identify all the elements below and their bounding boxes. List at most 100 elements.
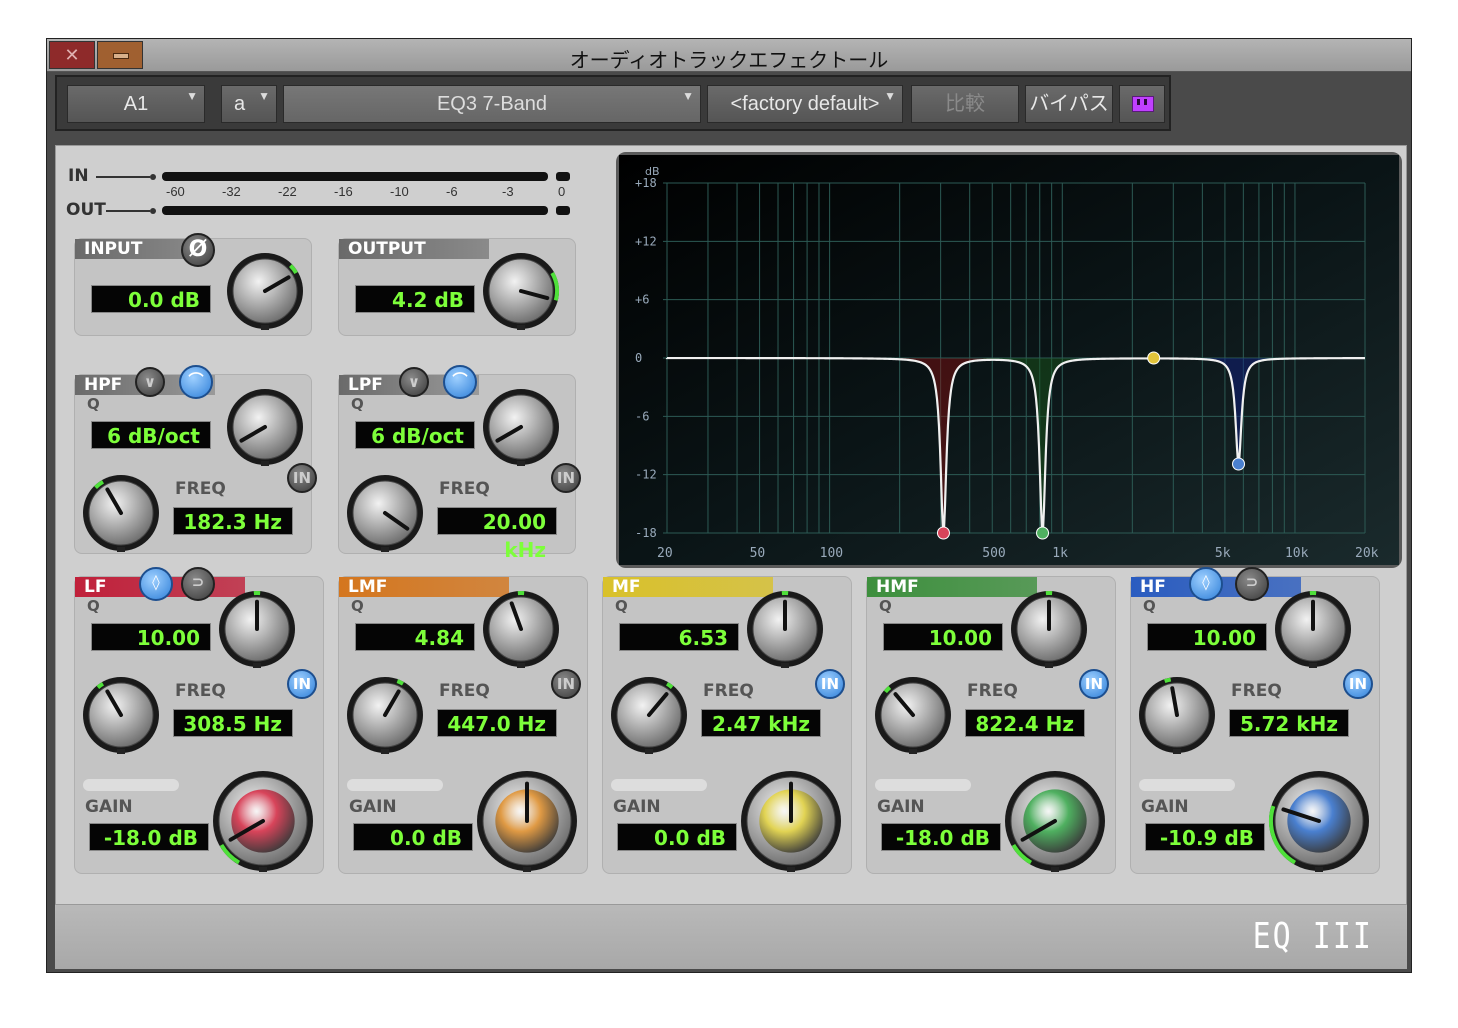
hpf-freq-display[interactable]: 182.3 Hz <box>173 507 293 535</box>
band-gain-knob[interactable] <box>209 767 317 880</box>
hpf-notch-button[interactable]: ∨ <box>135 367 165 397</box>
band-q-display[interactable]: 10.00 <box>1147 623 1267 651</box>
band-q-display[interactable]: 6.53 <box>619 623 739 651</box>
band-gain-display[interactable]: 0.0 dB <box>617 823 737 851</box>
band-q-knob[interactable] <box>1007 587 1091 676</box>
band-freq-knob[interactable] <box>871 673 955 762</box>
band-shelf-button[interactable]: ⊃ <box>181 567 215 601</box>
band-in-button[interactable]: IN <box>1343 669 1373 699</box>
bypass-button[interactable]: バイパス <box>1025 85 1113 123</box>
knob-graphic <box>1139 677 1215 754</box>
preset-selector-label: <factory default> <box>730 93 880 115</box>
settings-button[interactable] <box>1119 85 1165 123</box>
band-in-label: IN <box>292 675 312 693</box>
band-in-label: IN <box>556 675 576 693</box>
band-in-button[interactable]: IN <box>1079 669 1109 699</box>
band-handle-hf[interactable] <box>1232 457 1246 471</box>
band-q-label: Q <box>879 597 892 615</box>
band-q-knob[interactable] <box>479 587 563 676</box>
knob-graphic <box>219 591 295 668</box>
band-freq-display[interactable]: 5.72 kHz <box>1229 709 1349 737</box>
preset-selector[interactable]: <factory default> ▼ <box>707 85 903 123</box>
output-clip-indicator[interactable] <box>556 206 570 215</box>
band-gain-display[interactable]: 0.0 dB <box>353 823 473 851</box>
output-gain-knob[interactable] <box>479 249 563 338</box>
band-handle-hmf[interactable] <box>1036 526 1050 540</box>
band-q-knob[interactable] <box>215 587 299 676</box>
lpf-slope-knob[interactable] <box>479 385 563 474</box>
lpf-notch-button[interactable]: ∨ <box>399 367 429 397</box>
band-q-display[interactable]: 10.00 <box>883 623 1003 651</box>
plugin-window: ✕ オーディオトラックエフェクトール A1 ▼ a ▼ EQ3 7-Band ▼ <f… <box>46 38 1412 973</box>
output-gain-display[interactable]: 4.2 dB <box>355 285 475 313</box>
insert-slot-selector[interactable]: a ▼ <box>221 85 277 123</box>
band-freq-display[interactable]: 308.5 Hz <box>173 709 293 737</box>
lowpass-icon: ⌒ <box>452 371 468 389</box>
lpf-freq-display[interactable]: 20.00 kHz <box>437 507 557 562</box>
band-gain-knob[interactable] <box>1001 767 1109 880</box>
phase-invert-button[interactable]: Ø <box>181 233 215 267</box>
band-freq-knob[interactable] <box>343 673 427 762</box>
band-q-display[interactable]: 4.84 <box>355 623 475 651</box>
compare-button[interactable]: 比較 <box>911 85 1019 123</box>
knob-graphic <box>227 253 303 330</box>
knob-graphic <box>1005 771 1105 872</box>
band-panel-hf: HF Q 10.00 IN FREQ 5.72 kHz GAIN -10.9 d… <box>1130 567 1380 874</box>
compare-label: 比較 <box>945 93 985 115</box>
hpf-highpass-button[interactable]: ⌒ <box>179 365 213 399</box>
highpass-icon: ⌒ <box>188 371 204 389</box>
eq-response-graph[interactable]: dB +18 +12 +6 0 -6 -12 -18 20 50 100 500 1k 5k 10k 20k <box>616 152 1402 568</box>
band-q-display[interactable]: 10.00 <box>91 623 211 651</box>
band-freq-knob[interactable] <box>607 673 691 762</box>
band-freq-knob[interactable] <box>1135 673 1219 762</box>
band-shelf-button[interactable]: ⊃ <box>1235 567 1269 601</box>
hpf-freq-knob[interactable] <box>79 471 163 560</box>
title-bar[interactable]: ✕ オーディオトラックエフェクトール <box>47 39 1411 72</box>
hpf-slope-knob[interactable] <box>223 385 307 474</box>
notch-icon: ∨ <box>407 373 421 391</box>
band-handle-mf[interactable] <box>1147 351 1161 365</box>
input-gain-display[interactable]: 0.0 dB <box>91 285 211 313</box>
eq-curve-plot[interactable]: dB+18+12+60-6-12-1820 50 100 500 1k 5k 10k 20k <box>619 155 1399 565</box>
graph-x-tick: 500 <box>982 546 1005 561</box>
knob-graphic <box>347 475 423 552</box>
band-gain-display[interactable]: -18.0 dB <box>881 823 1001 851</box>
band-q-knob[interactable] <box>1271 587 1355 676</box>
chevron-down-icon: ▼ <box>186 89 198 103</box>
band-gain-knob[interactable] <box>1265 767 1373 880</box>
meter-tick-label: -10 <box>390 184 409 199</box>
band-gain-label: GAIN <box>613 797 661 817</box>
lpf-lowpass-button[interactable]: ⌒ <box>443 365 477 399</box>
band-in-label: IN <box>820 675 840 693</box>
hpf-slope-display[interactable]: 6 dB/oct <box>91 421 211 449</box>
band-gain-display[interactable]: -18.0 dB <box>89 823 209 851</box>
lpf-slope-display[interactable]: 6 dB/oct <box>355 421 475 449</box>
input-clip-indicator[interactable] <box>556 172 570 181</box>
lpf-panel: LPF ∨ ⌒ Q 6 dB/oct IN FREQ 20.00 kHz <box>338 365 581 562</box>
band-q-knob[interactable] <box>743 587 827 676</box>
band-freq-display[interactable]: 447.0 Hz <box>437 709 557 737</box>
hpf-in-button[interactable]: IN <box>287 463 317 493</box>
band-freq-knob[interactable] <box>79 673 163 762</box>
band-gain-display[interactable]: -10.9 dB <box>1145 823 1265 851</box>
lpf-freq-knob[interactable] <box>343 471 427 560</box>
band-peak-button[interactable]: ◊ <box>1189 567 1223 601</box>
plugin-selector[interactable]: EQ3 7-Band ▼ <box>283 85 701 123</box>
lpf-in-button[interactable]: IN <box>551 463 581 493</box>
band-gain-knob[interactable] <box>473 767 581 880</box>
meter-tick-label: -32 <box>222 184 241 199</box>
band-in-button[interactable]: IN <box>815 669 845 699</box>
band-in-button[interactable]: IN <box>551 669 581 699</box>
window-title: オーディオトラックエフェクトール <box>569 48 889 72</box>
band-freq-display[interactable]: 2.47 kHz <box>701 709 821 737</box>
knob-graphic <box>83 677 159 754</box>
band-gain-knob[interactable] <box>737 767 845 880</box>
track-selector[interactable]: A1 ▼ <box>67 85 205 123</box>
band-freq-display[interactable]: 822.4 Hz <box>965 709 1085 737</box>
band-in-button[interactable]: IN <box>287 669 317 699</box>
graph-x-tick: 20 <box>657 546 673 561</box>
band-peak-button[interactable]: ◊ <box>139 567 173 601</box>
knob-graphic <box>611 677 687 754</box>
band-handle-lf[interactable] <box>936 526 950 540</box>
input-gain-knob[interactable] <box>223 249 307 338</box>
